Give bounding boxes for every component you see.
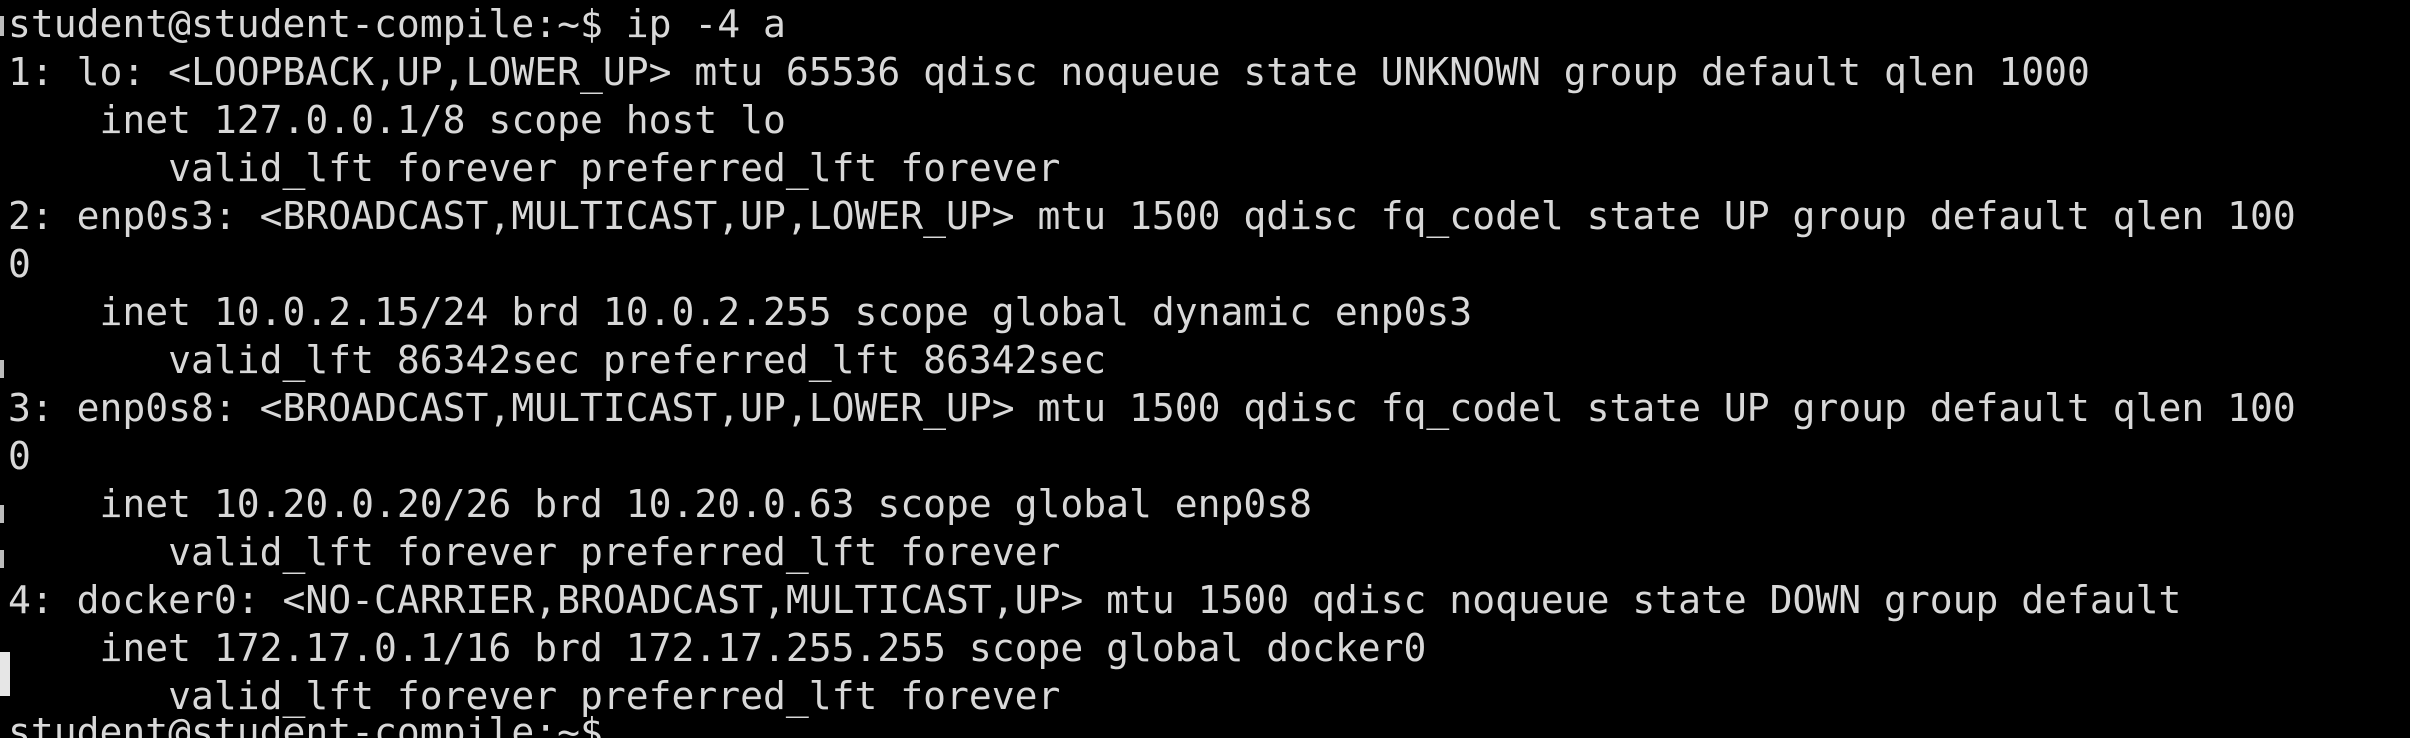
terminal-output-line: 3: enp0s8: <BROADCAST,MULTICAST,UP,LOWER… [8, 386, 2296, 430]
terminal-window[interactable]: student@student-compile:~$ ip -4 a 1: lo… [0, 0, 2410, 738]
terminal-output-line: inet 10.20.0.20/26 brd 10.20.0.63 scope … [8, 482, 1313, 526]
terminal-output-line: inet 127.0.0.1/8 scope host lo [8, 98, 786, 142]
terminal-output-line: valid_lft forever preferred_lft forever [8, 530, 1061, 574]
terminal-output-line: 2: enp0s3: <BROADCAST,MULTICAST,UP,LOWER… [8, 194, 2296, 238]
terminal-output-line: 4: docker0: <NO-CARRIER,BROADCAST,MULTIC… [8, 578, 2182, 622]
terminal-prompt-line[interactable]: student@student-compile:~$ [8, 708, 603, 738]
terminal-output-line: valid_lft forever preferred_lft forever [8, 146, 1061, 190]
terminal-output-line: 1: lo: <LOOPBACK,UP,LOWER_UP> mtu 65536 … [8, 50, 2090, 94]
terminal-output-line: inet 10.0.2.15/24 brd 10.0.2.255 scope g… [8, 290, 1473, 334]
terminal-output-line: inet 172.17.0.1/16 brd 172.17.255.255 sc… [8, 626, 1427, 670]
left-edge-artifact [0, 360, 4, 378]
left-edge-artifact [0, 550, 4, 568]
terminal-output-line: 0 [8, 434, 31, 478]
terminal-command-line: student@student-compile:~$ ip -4 a [8, 2, 786, 46]
left-edge-scroll-marker [0, 652, 10, 696]
left-edge-artifact [0, 505, 4, 523]
left-edge-artifact [0, 16, 4, 36]
terminal-output-line: 0 [8, 242, 31, 286]
terminal-output-line: valid_lft 86342sec preferred_lft 86342se… [8, 338, 1107, 382]
